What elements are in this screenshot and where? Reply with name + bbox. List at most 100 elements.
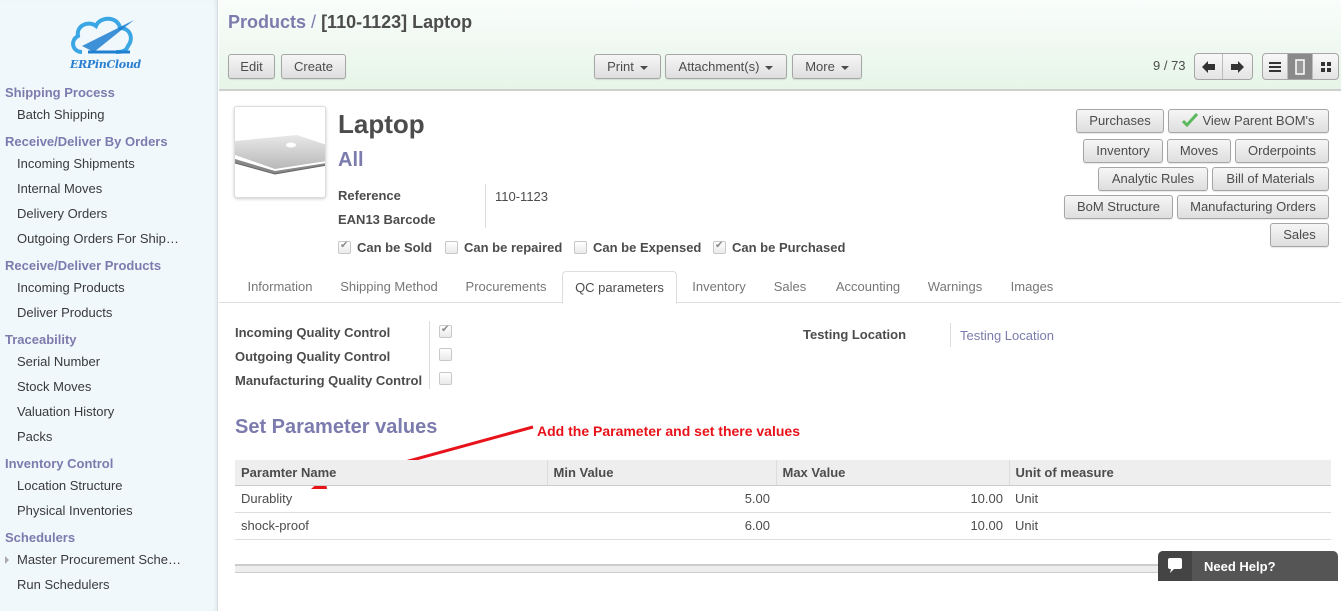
can-be-purchased-label: Can be Purchased — [732, 240, 846, 255]
field-divider — [485, 184, 486, 228]
kanban-view-button[interactable] — [1313, 54, 1338, 79]
form-view-button[interactable] — [1288, 54, 1314, 79]
sidebar-item-label: Master Procurement Sche… — [17, 552, 182, 567]
tab-sales[interactable]: Sales — [764, 271, 816, 303]
sidebar-item-serial-number[interactable]: Serial Number — [0, 349, 218, 374]
outgoing-qc-checkbox[interactable] — [439, 348, 452, 361]
sidebar-section-receive-deliver-products: Receive/Deliver Products — [5, 258, 162, 273]
uom-cell: Unit — [1009, 512, 1331, 540]
column-header-unit-of-measure[interactable]: Unit of measure — [1008, 460, 1331, 486]
brand-name: ERPinCloud — [70, 58, 141, 71]
tab-procurements[interactable]: Procurements — [455, 271, 557, 303]
can-be-sold-checkbox[interactable] — [338, 240, 351, 254]
bom-structure-button[interactable]: BoM Structure — [1064, 195, 1173, 219]
max-value-cell: 10.00 — [776, 485, 1009, 513]
table-row[interactable]: shock-proof 6.00 10.00 Unit — [235, 512, 1331, 540]
moves-button[interactable]: Moves — [1167, 139, 1231, 163]
sidebar-item-incoming-shipments[interactable]: Incoming Shipments — [0, 151, 218, 176]
inventory-button[interactable]: Inventory — [1083, 139, 1163, 163]
max-value-cell: 10.00 — [776, 512, 1009, 540]
tab-qc-parameters[interactable]: QC parameters — [562, 271, 677, 304]
sidebar: ERPinCloud Shipping Process Batch Shippi… — [0, 0, 218, 611]
breadcrumb-current: [110-1123] Laptop — [321, 12, 473, 32]
arrow-right-icon — [1231, 60, 1244, 73]
sidebar-item-master-procurement-schedule[interactable]: Master Procurement Sche… — [0, 547, 218, 572]
tab-inventory[interactable]: Inventory — [681, 271, 757, 303]
sales-button[interactable]: Sales — [1270, 223, 1329, 247]
sidebar-item-outgoing-orders[interactable]: Outgoing Orders For Ship… — [0, 226, 218, 251]
tab-information[interactable]: Information — [235, 271, 325, 303]
sidebar-item-stock-moves[interactable]: Stock Moves — [0, 374, 218, 399]
uom-cell: Unit — [1009, 485, 1331, 513]
sidebar-item-run-schedulers[interactable]: Run Schedulers — [0, 572, 218, 597]
edit-button[interactable]: Edit — [228, 54, 275, 79]
manufacturing-qc-label: Manufacturing Quality Control — [235, 373, 423, 388]
pager-counter: 9 / 73 — [1153, 58, 1186, 73]
sidebar-item-incoming-products[interactable]: Incoming Products — [0, 275, 218, 300]
analytic-rules-button[interactable]: Analytic Rules — [1098, 167, 1208, 191]
list-view-button[interactable] — [1263, 54, 1289, 79]
bill-of-materials-button[interactable]: Bill of Materials — [1212, 167, 1329, 191]
pager-previous-button[interactable] — [1195, 54, 1223, 79]
sidebar-item-physical-inventories[interactable]: Physical Inventories — [0, 498, 218, 523]
incoming-qc-checkbox[interactable] — [439, 324, 452, 338]
testing-location-label: Testing Location — [803, 327, 907, 342]
more-dropdown[interactable]: More — [792, 54, 862, 79]
barcode-label: EAN13 Barcode — [338, 212, 436, 227]
can-be-purchased-checkbox[interactable] — [713, 240, 726, 254]
expand-caret-icon[interactable] — [5, 556, 9, 564]
parameter-values-table: Paramter Name Min Value Max Value Unit o… — [235, 460, 1331, 540]
manufacturing-orders-button[interactable]: Manufacturing Orders — [1177, 195, 1329, 219]
product-category: All — [338, 149, 364, 171]
pager-next-button[interactable] — [1223, 54, 1251, 79]
product-image[interactable] — [234, 106, 326, 198]
sidebar-item-delivery-orders[interactable]: Delivery Orders — [0, 201, 218, 226]
column-header-min-value[interactable]: Min Value — [546, 460, 776, 486]
tab-accounting[interactable]: Accounting — [823, 271, 913, 303]
testing-location-link[interactable]: Testing Location — [960, 328, 1054, 343]
sidebar-item-location-structure[interactable]: Location Structure — [0, 473, 218, 498]
incoming-qc-label: Incoming Quality Control — [235, 325, 391, 340]
table-row[interactable]: Durablity 5.00 10.00 Unit — [235, 485, 1331, 513]
tab-warnings[interactable]: Warnings — [919, 271, 991, 303]
sidebar-item-packs[interactable]: Packs — [0, 424, 218, 449]
sidebar-item-valuation-history[interactable]: Valuation History — [0, 399, 218, 424]
reference-label: Reference — [338, 188, 401, 203]
tab-images[interactable]: Images — [999, 271, 1065, 303]
attachments-dropdown[interactable]: Attachment(s) — [665, 54, 787, 79]
column-header-max-value[interactable]: Max Value — [775, 460, 1009, 486]
sidebar-item-deliver-products[interactable]: Deliver Products — [0, 300, 218, 325]
notebook-tabs: Information Shipping Method Procurements… — [219, 271, 1341, 304]
tab-shipping-method[interactable]: Shipping Method — [331, 271, 447, 303]
sidebar-item-internal-moves[interactable]: Internal Moves — [0, 176, 218, 201]
can-be-expensed-checkbox[interactable] — [574, 241, 587, 254]
can-be-repaired-checkbox[interactable] — [445, 241, 458, 254]
print-dropdown[interactable]: Print — [594, 54, 661, 79]
create-button[interactable]: Create — [281, 54, 346, 79]
breadcrumb-separator: / — [311, 12, 317, 32]
breadcrumb: Products / [110-1123] Laptop — [228, 12, 472, 33]
need-help-widget[interactable]: Need Help? — [1158, 551, 1338, 581]
chat-bubble-icon — [1158, 551, 1192, 581]
checkmark-icon — [1182, 112, 1199, 128]
caret-down-icon — [840, 65, 849, 70]
view-parent-boms-button[interactable]: View Parent BOM's — [1168, 109, 1329, 133]
parameter-name-cell: Durablity — [235, 485, 547, 513]
column-header-parameter-name[interactable]: Paramter Name — [235, 460, 547, 486]
form-sheet: Laptop All Reference 110-1123 EAN13 Barc… — [219, 93, 1341, 611]
field-divider — [950, 323, 951, 347]
cloud-logo-icon — [71, 16, 134, 54]
manufacturing-qc-checkbox[interactable] — [439, 372, 452, 385]
sidebar-item-batch-shipping[interactable]: Batch Shipping — [0, 102, 218, 127]
purchases-button[interactable]: Purchases — [1076, 109, 1164, 133]
arrow-left-icon — [1201, 60, 1215, 73]
sidebar-section-schedulers: Schedulers — [5, 530, 76, 545]
need-help-label: Need Help? — [1204, 558, 1276, 574]
min-value-cell: 6.00 — [547, 512, 776, 540]
sidebar-section-inventory-control: Inventory Control — [5, 456, 114, 471]
annotation-text: Add the Parameter and set there values — [537, 423, 800, 439]
min-value-cell: 5.00 — [547, 485, 776, 513]
orderpoints-button[interactable]: Orderpoints — [1235, 139, 1329, 163]
breadcrumb-products-link[interactable]: Products — [228, 12, 306, 32]
product-name: Laptop — [338, 109, 425, 139]
